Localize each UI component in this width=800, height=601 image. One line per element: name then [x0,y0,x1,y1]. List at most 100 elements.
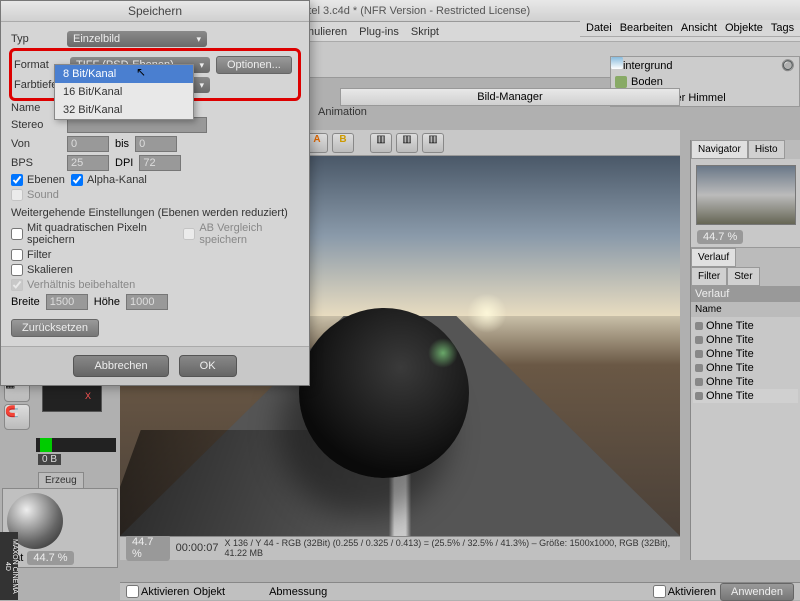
bis-label: bis [115,138,129,150]
stereo-label: Stereo [11,119,61,131]
animation-label: Animation [318,106,367,118]
filter-tab[interactable]: Filter [691,267,727,286]
anwenden-button[interactable]: Anwenden [720,583,794,601]
hohe-field[interactable] [126,294,168,310]
verhaeltnis-checkbox: Verhältnis beibehalten [11,279,135,291]
optionen-button[interactable]: Optionen... [216,56,292,74]
reset-button[interactable]: Zurücksetzen [11,319,99,337]
nav-zoom[interactable]: 44.7 % [697,230,743,244]
typ-label: Typ [11,33,61,45]
mat-zoom[interactable]: 44.7 % [27,551,73,565]
render-info: X 136 / Y 44 - RGB (32Bit) (0.255 / 0.32… [224,538,674,558]
sun-flare [467,293,507,333]
breite-label: Breite [11,296,40,308]
ok-button[interactable]: OK [179,355,237,377]
vp-zoom[interactable]: 44.7 % [126,535,170,561]
thumb-icon [695,350,703,358]
bps-field[interactable] [67,155,109,171]
vp-tool-icon[interactable]: ▥ [396,133,418,153]
verlauf-name-header: Name [691,302,800,317]
ebenen-checkbox[interactable]: Ebenen [11,174,65,186]
menu-tags[interactable]: Tags [771,22,794,34]
verlauf-tree: Ohne Tite Ohne Tite Ohne Tite Ohne Tite … [691,317,800,405]
dd-option-32bit[interactable]: 32 Bit/Kanal [55,101,193,119]
chevron-down-icon: ▾ [199,80,204,91]
x-axis-label: X [85,391,91,401]
right-panel: Navigator Histo 44.7 % Verlauf Filter St… [690,140,800,560]
maxon-logo: MAXON CINEMA 4D [0,532,18,600]
sphere-icon: 🔘 [781,59,795,72]
material-panel: Mat 44.7 % [2,488,118,568]
objekt-label: Objekt [193,586,225,598]
thumb-icon [695,378,703,386]
menu-skript[interactable]: Skript [411,26,439,38]
render-time: 00:00:07 [176,542,219,554]
viewport-statusbar: 44.7 % 00:00:07 X 136 / Y 44 - RGB (32Bi… [120,536,680,558]
thumb-icon [695,364,703,372]
verlauf-item[interactable]: Ohne Tite [693,389,798,403]
cancel-button[interactable]: Abbrechen [73,355,168,377]
advanced-heading: Weitergehende Einstellungen (Ebenen werd… [11,207,299,219]
object-row[interactable]: Hintergrund 🔘 [611,57,799,74]
ster-tab[interactable]: Ster [727,267,759,286]
vp-b-button[interactable]: B [332,133,354,153]
dpi-label: DPI [115,157,133,169]
object-menubar: Datei Bearbeiten Ansicht Objekte Tags [580,20,800,37]
erzeuge-label[interactable]: Erzeug [38,472,84,489]
skalieren-checkbox[interactable]: Skalieren [11,264,73,276]
bis-field[interactable] [135,136,177,152]
abvergleich-checkbox: AB Vergleich speichern [183,222,299,246]
timeline-frame-label: 0 B [38,454,61,465]
verlauf-item[interactable]: Ohne Tite [693,333,798,347]
sound-checkbox: Sound [11,189,59,201]
vp-tool-icon[interactable]: ▥ [370,133,392,153]
dd-option-16bit[interactable]: 16 Bit/Kanal [55,83,193,101]
menu-bearbeiten[interactable]: Bearbeiten [620,22,673,34]
bild-manager-title: Bild-Manager [340,88,680,106]
chevron-down-icon: ▾ [196,34,201,45]
timeline-marker[interactable] [40,438,52,452]
dpi-field[interactable] [139,155,181,171]
navigator-tab[interactable]: Navigator [691,140,748,159]
floor-icon [615,76,627,88]
filter-checkbox[interactable]: Filter [11,249,51,261]
menu-plugins[interactable]: Plug-ins [359,26,399,38]
save-dialog: Speichern Typ Einzelbild▾ Format TIFF (P… [0,0,310,386]
magnet2-icon[interactable]: 🧲 [4,404,30,430]
verlauf-header: Verlauf [691,286,800,302]
menu-datei[interactable]: Datei [586,22,612,34]
menu-objekte[interactable]: Objekte [725,22,763,34]
breite-field[interactable] [46,294,88,310]
quad-checkbox[interactable]: Mit quadratischen Pixeln speichern [11,222,177,246]
verlauf-item[interactable]: Ohne Tite [693,319,798,333]
verlauf-tab[interactable]: Verlauf [691,248,736,267]
verlauf-item[interactable]: Ohne Tite [693,361,798,375]
aktivieren2-checkbox[interactable]: Aktivieren [653,585,716,598]
bottom-toolbar: Aktivieren Objekt Abmessung Aktivieren A… [120,582,800,600]
aktivieren-checkbox[interactable]: Aktivieren [126,585,189,598]
sky-icon [611,57,623,69]
thumb-icon [695,336,703,344]
bps-label: BPS [11,157,61,169]
vp-tool-icon[interactable]: ▥ [422,133,444,153]
von-field[interactable] [67,136,109,152]
verlauf-item[interactable]: Ohne Tite [693,375,798,389]
dialog-title: Speichern [1,1,309,22]
dd-option-8bit[interactable]: 8 Bit/Kanal [55,65,193,83]
timeline[interactable] [36,438,116,452]
abmessung-label: Abmessung [269,586,327,598]
chevron-down-icon: ▾ [199,60,204,71]
typ-dropdown[interactable]: Einzelbild▾ [67,31,207,47]
menu-ansicht[interactable]: Ansicht [681,22,717,34]
navigator-thumbnail[interactable] [696,165,796,225]
thumb-icon [695,322,703,330]
object-label: Hintergrund [615,60,672,72]
von-label: Von [11,138,61,150]
farbtiefe-menu: 8 Bit/Kanal 16 Bit/Kanal 32 Bit/Kanal [54,64,194,120]
object-label: Boden [631,76,663,88]
hohe-label: Höhe [94,296,120,308]
histo-tab[interactable]: Histo [748,140,785,159]
alpha-checkbox[interactable]: Alpha-Kanal [71,174,147,186]
verlauf-item[interactable]: Ohne Tite [693,347,798,361]
cursor-icon: ↖ [136,65,146,79]
